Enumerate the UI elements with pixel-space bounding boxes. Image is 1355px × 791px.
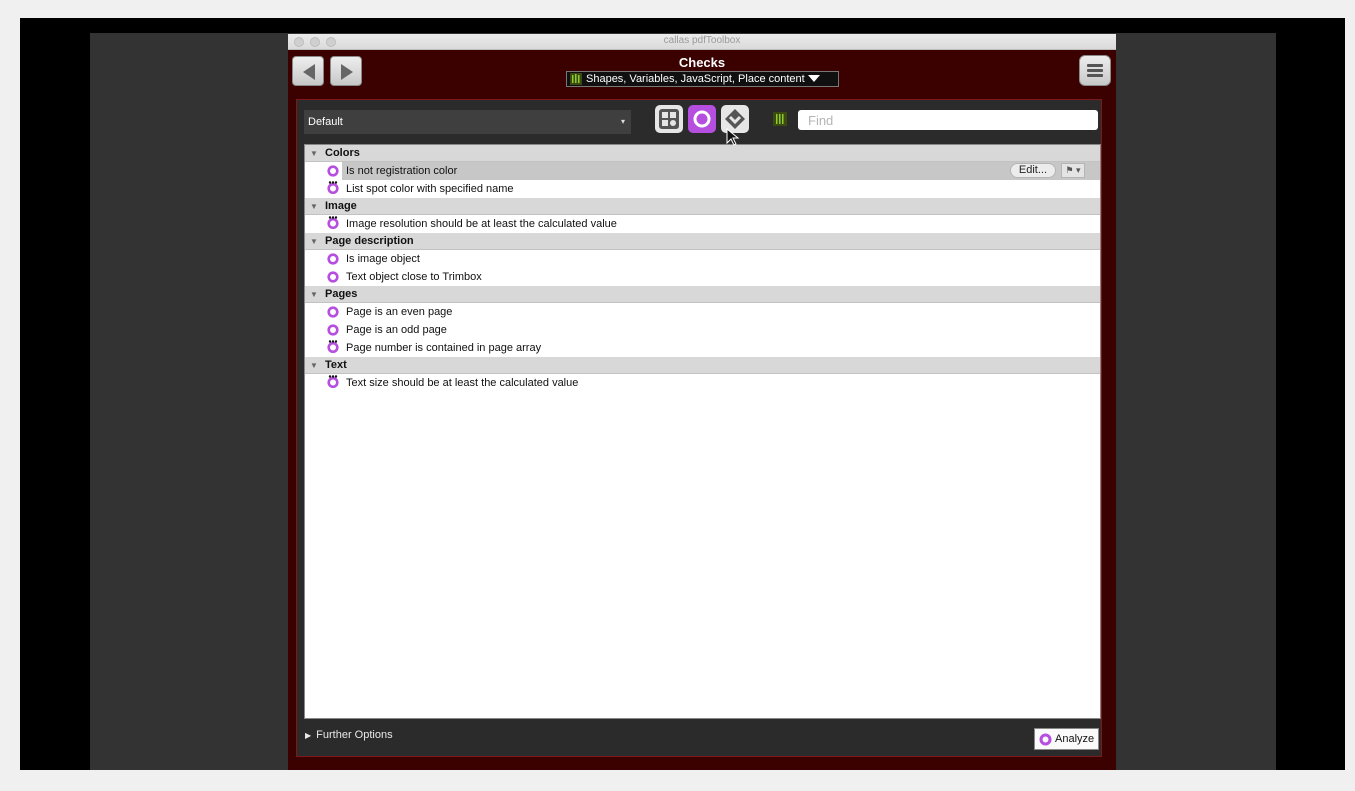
check-ring-variable-icon [327, 375, 339, 388]
hamburger-icon-line [1087, 74, 1103, 77]
list-item-label: Page number is contained in page array [346, 342, 542, 354]
check-ring-icon [327, 306, 339, 318]
hamburger-icon-line [1087, 69, 1103, 72]
list-item-label: Page is an even page [346, 306, 453, 318]
list-item-label: List spot color with specified name [346, 183, 514, 195]
flag-dropdown-button[interactable]: ⚑ ▾ [1061, 163, 1085, 178]
check-ring-variable-icon [327, 340, 339, 353]
further-options-toggle[interactable]: ▶ Further Options [305, 729, 393, 741]
checks-list: ▼ Colors Is not registration color Edit.… [304, 144, 1101, 719]
library-select-value: Default [308, 116, 343, 128]
list-item-label: Text size should be at least the calcula… [346, 377, 579, 389]
profile-label: Shapes, Variables, JavaScript, Place con… [586, 73, 805, 85]
menu-button[interactable] [1079, 55, 1111, 86]
disclosure-triangle-icon: ▶ [305, 731, 312, 740]
app-window: callas pdfToolbox Checks Shapes, Variabl… [288, 34, 1116, 770]
analyze-label: Analyze [1055, 733, 1095, 745]
category-label: Colors [325, 147, 360, 159]
category-pages[interactable]: ▼ Pages [305, 286, 1100, 303]
list-item[interactable]: Is image object [305, 250, 1100, 268]
chevron-down-icon [807, 75, 820, 82]
check-ring-icon [327, 165, 339, 177]
list-item[interactable]: Is not registration color Edit... ⚑ ▾ [327, 162, 1100, 180]
list-item[interactable]: Page is an odd page [305, 321, 1100, 339]
list-item[interactable]: Text size should be at least the calcula… [305, 374, 1100, 392]
title-bar[interactable]: callas pdfToolbox [288, 34, 1116, 50]
list-item-label: Text object close to Trimbox [346, 271, 482, 283]
analyze-button[interactable]: Analyze [1034, 728, 1099, 750]
fixup-icon [659, 109, 679, 129]
list-item-label: Page is an odd page [346, 324, 447, 336]
hamburger-icon [1087, 64, 1103, 67]
profile-diamond-icon [725, 109, 745, 129]
list-item[interactable]: Page number is contained in page array [305, 339, 1100, 357]
find-input[interactable] [798, 110, 1098, 130]
edit-button[interactable]: Edit... [1009, 163, 1056, 178]
list-item[interactable]: Page is an even page [305, 303, 1100, 321]
disclosure-triangle-icon[interactable]: ▼ [310, 145, 318, 162]
check-ring-icon [327, 324, 339, 336]
check-ring-icon [327, 253, 339, 265]
category-label: Page description [325, 235, 414, 247]
checks-panel: Default ▾ Find ▼ Colors Is not registrat… [296, 99, 1102, 757]
further-options-label: Further Options [316, 729, 393, 741]
category-label: Text [325, 359, 347, 371]
disclosure-triangle-icon[interactable]: ▼ [310, 286, 318, 303]
list-item-label: Is not registration color [346, 165, 458, 177]
check-ring-variable-icon [327, 216, 339, 229]
check-ring-icon [1039, 733, 1052, 746]
list-item[interactable]: List spot color with specified name [305, 180, 1100, 198]
checks-filter-button[interactable] [688, 105, 716, 133]
list-item[interactable]: Image resolution should be at least the … [305, 215, 1100, 233]
disclosure-triangle-icon[interactable]: ▼ [310, 198, 318, 215]
check-ring-variable-icon [327, 181, 339, 194]
library-filter-icon[interactable] [773, 112, 787, 126]
check-ring-icon [327, 271, 339, 283]
category-page-description[interactable]: ▼ Page description [305, 233, 1100, 250]
category-label: Image [325, 200, 357, 212]
window-title: callas pdfToolbox [663, 35, 741, 46]
dropdown-arrow-icon: ▾ [620, 117, 625, 126]
category-image[interactable]: ▼ Image [305, 198, 1100, 215]
library-select[interactable]: Default ▾ [304, 110, 631, 134]
page-title: Checks [678, 55, 726, 70]
disclosure-triangle-icon[interactable]: ▼ [310, 357, 318, 374]
category-label: Pages [325, 288, 358, 300]
profile-dropdown[interactable]: Shapes, Variables, JavaScript, Place con… [566, 71, 839, 87]
category-text[interactable]: ▼ Text [305, 357, 1100, 374]
disclosure-triangle-icon[interactable]: ▼ [310, 233, 318, 250]
list-item-label: Image resolution should be at least the … [346, 218, 617, 230]
check-ring-icon [693, 110, 711, 128]
mouse-cursor-icon [726, 128, 740, 146]
list-item[interactable]: Text object close to Trimbox [305, 268, 1100, 286]
library-icon [570, 73, 582, 85]
fixups-filter-button[interactable] [655, 105, 683, 133]
list-item-label: Is image object [346, 253, 420, 265]
category-colors[interactable]: ▼ Colors [305, 145, 1100, 162]
